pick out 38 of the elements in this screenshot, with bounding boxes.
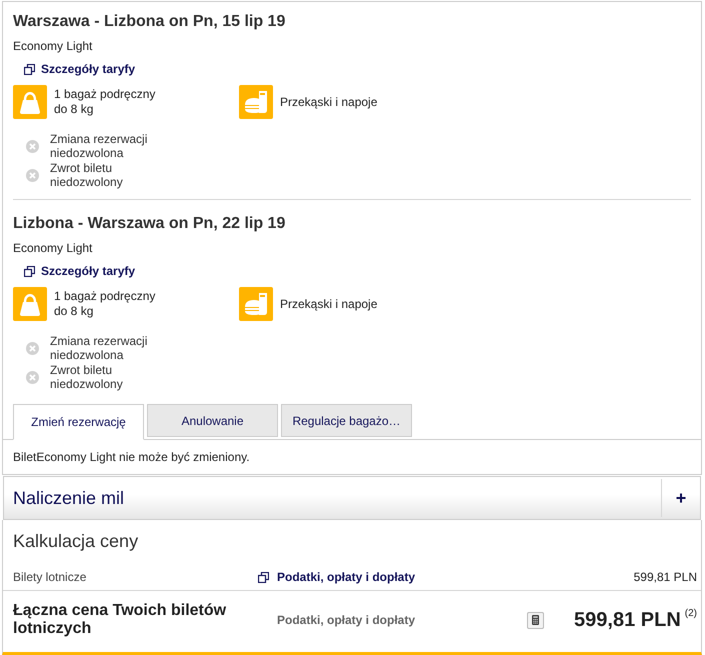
accordion-title: Naliczenie mil [12, 487, 126, 509]
link-icon [24, 64, 35, 74]
restriction-text: Zwrot biletu niedozwolony [50, 161, 123, 189]
handbag-icon [13, 85, 47, 119]
fare-name: Economy Light [13, 38, 94, 54]
section-title: Kalkulacja ceny [12, 530, 140, 552]
food-and-drink-icon [239, 85, 273, 119]
restriction-text: Zmiana rezerwacji niedozwolona [50, 132, 148, 160]
fare-details-link[interactable]: Szczegóły taryfy [24, 61, 136, 77]
fare-details-link[interactable]: Szczegóły taryfy [24, 263, 136, 279]
restriction-text: Zmiana rezerwacji niedozwolona [50, 334, 148, 362]
food-and-drink-icon [239, 287, 273, 321]
calculator-icon [532, 615, 539, 625]
tab[interactable]: Regulacje bagażo… [281, 404, 412, 437]
amenity-text: Przekąski i napoje [280, 296, 378, 312]
calculator-button[interactable] [527, 612, 544, 628]
footnote-mark: (2) [684, 608, 697, 620]
segment-title: Lizbona - Warszawa on Pn, 22 lip 19 [13, 214, 286, 234]
tab[interactable]: Anulowanie [147, 404, 278, 437]
handbag-icon [13, 287, 47, 321]
tab[interactable]: Zmień rezerwację [13, 404, 144, 440]
expand-toggle[interactable]: + [661, 479, 700, 517]
amenity-text: 1 bagaż podręczny do 8 kg [54, 289, 156, 319]
amenity-text: Przekąski i napoje [280, 94, 378, 110]
segment-title: Warszawa - Lizbona on Pn, 15 lip 19 [13, 12, 286, 32]
price-amount: 599,81 PLN [632, 569, 697, 585]
link-icon [258, 572, 269, 582]
total-price: 599,81 PLN [574, 608, 681, 632]
taxes-fees-text: Podatki, opłaty i dopłaty [277, 612, 416, 628]
amenity-text: 1 bagaż podręczny do 8 kg [54, 87, 156, 117]
tab-content-text: BiletEconomy Light nie może być zmieniony. [13, 449, 251, 466]
fare-name: Economy Light [13, 240, 94, 256]
price-label: Bilety lotnicze [13, 569, 88, 585]
restriction-text: Zwrot biletu niedozwolony [50, 363, 123, 391]
miles-accordion-header[interactable]: Naliczenie mil + [3, 476, 701, 520]
taxes-fees-link[interactable]: Podatki, opłaty i dopłaty [258, 569, 416, 585]
link-icon [24, 266, 35, 276]
price-label: Łączna cena Twoich biletów lotniczych [13, 602, 228, 638]
